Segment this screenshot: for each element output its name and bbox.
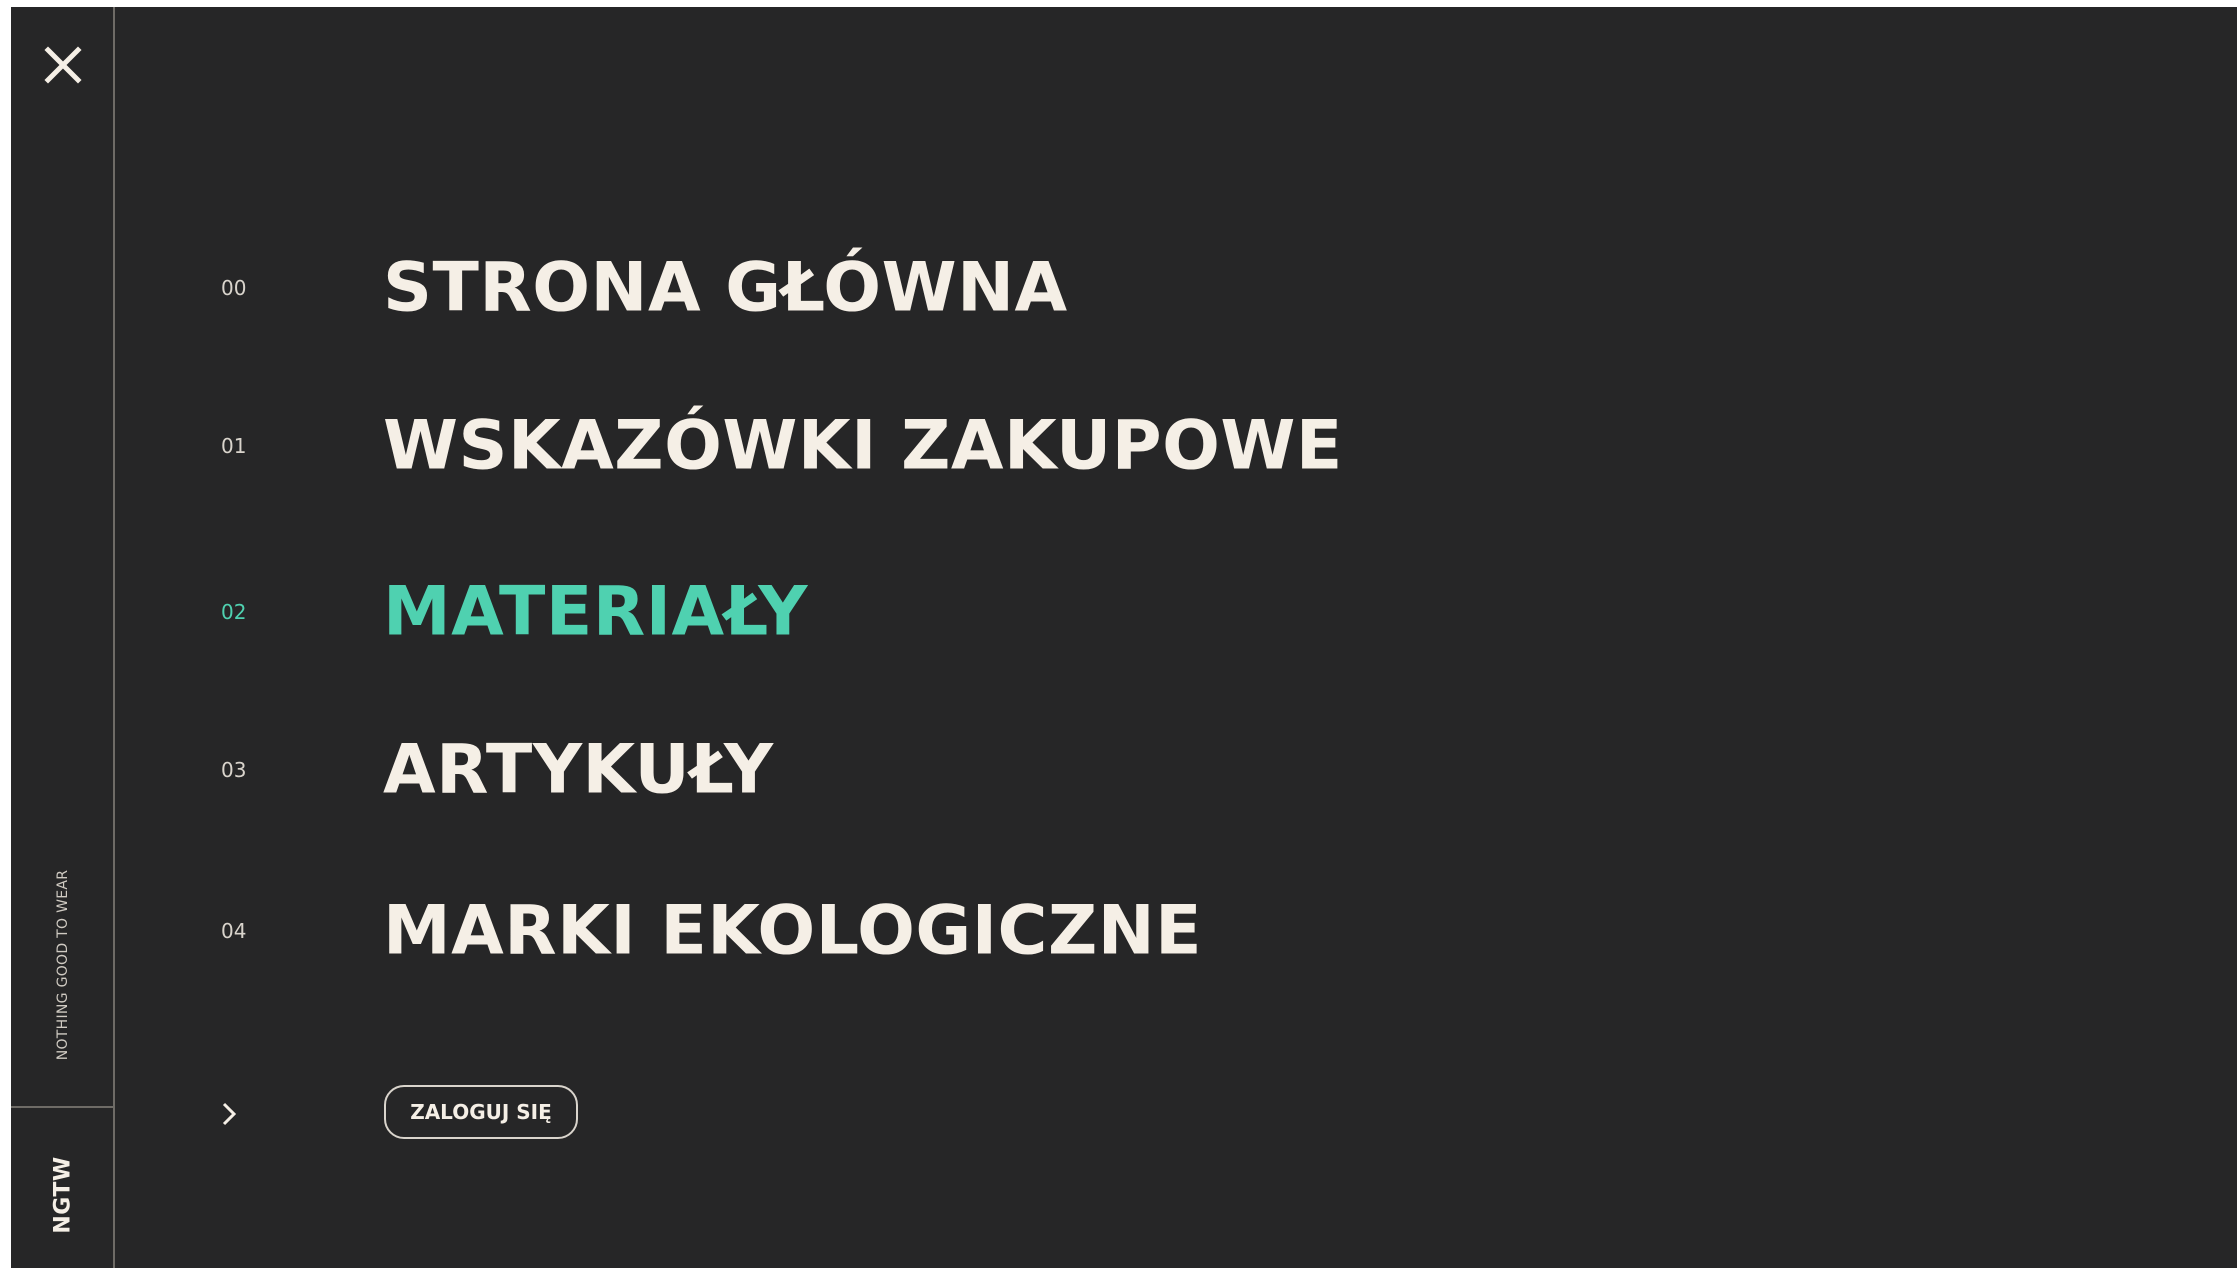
chevron-right-icon — [217, 1099, 241, 1129]
brand-logo[interactable]: NGTW — [51, 1156, 76, 1233]
login-button[interactable]: ZALOGUJ SIĘ — [384, 1085, 578, 1139]
menu-item-artykuly[interactable]: 03 ARTYKUŁY — [11, 715, 1611, 825]
menu-item-strona-glowna[interactable]: 00 STRONA GŁÓWNA — [11, 233, 1611, 343]
menu-item-label[interactable]: MATERIAŁY — [383, 573, 808, 652]
menu-item-wskazowki-zakupowe[interactable]: 01 WSKAZÓWKI ZAKUPOWE — [11, 391, 1611, 501]
menu-item-marki-ekologiczne[interactable]: 04 MARKI EKOLOGICZNE — [11, 876, 1611, 986]
menu-item-label[interactable]: MARKI EKOLOGICZNE — [383, 892, 1202, 971]
menu-item-materialy[interactable]: 02 MATERIAŁY — [11, 557, 1611, 667]
menu-item-label[interactable]: STRONA GŁÓWNA — [383, 249, 1068, 328]
menu-item-label[interactable]: ARTYKUŁY — [383, 731, 774, 810]
sidebar-divider — [11, 1106, 115, 1108]
menu-item-number: 01 — [221, 434, 247, 458]
menu-overlay: NOTHING GOOD TO WEAR NGTW 00 STRONA GŁÓW… — [11, 7, 2237, 1268]
close-icon[interactable] — [43, 45, 83, 85]
menu-item-number: 03 — [221, 758, 247, 782]
menu-item-number: 00 — [221, 276, 247, 300]
close-button[interactable] — [39, 41, 87, 89]
menu-item-number: 02 — [221, 600, 247, 624]
menu-item-number: 04 — [221, 919, 247, 943]
menu-item-label[interactable]: WSKAZÓWKI ZAKUPOWE — [383, 407, 1343, 486]
